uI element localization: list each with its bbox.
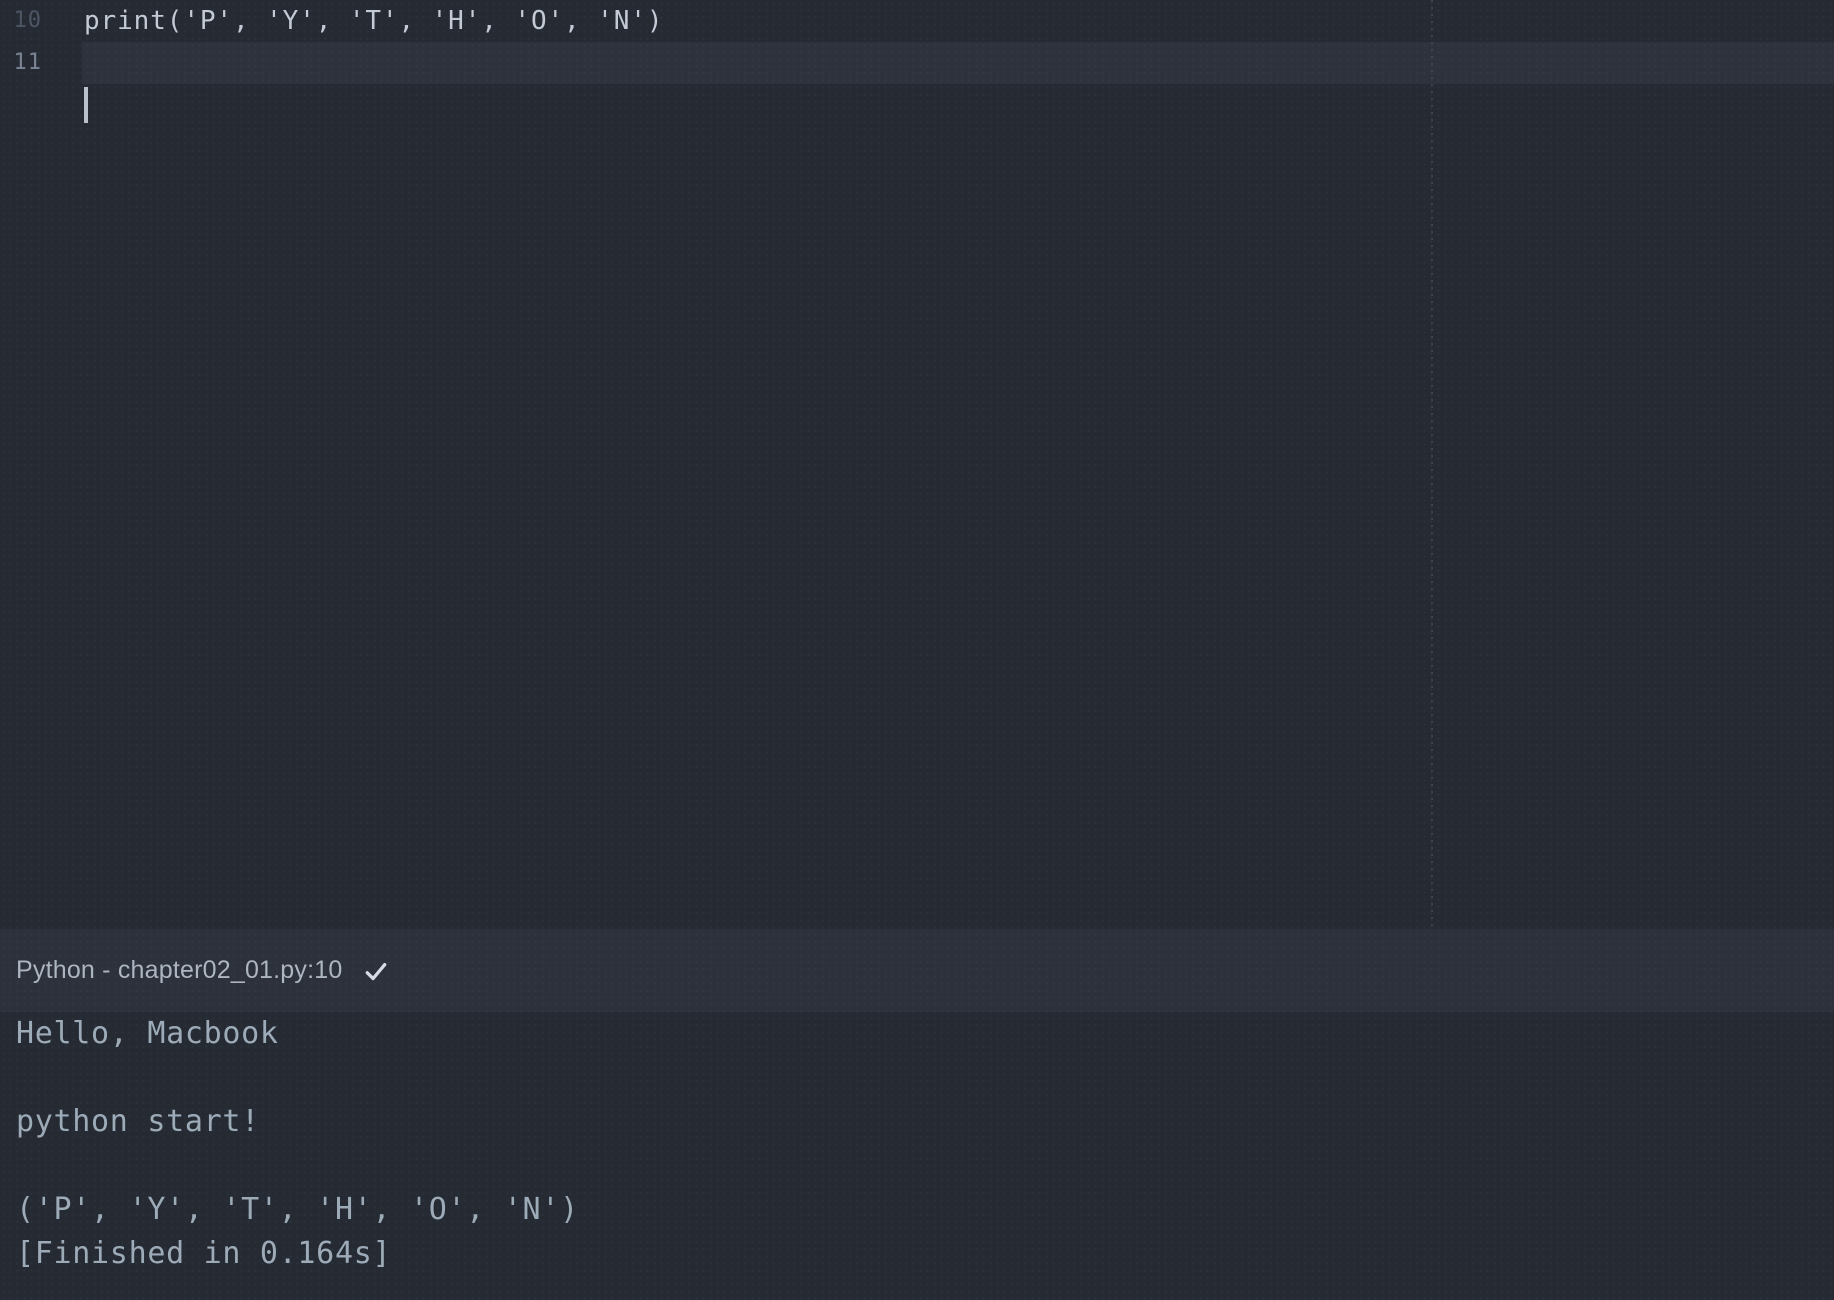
editor-viewport[interactable]: 10 print('P', 'Y', 'T', 'H', 'O', 'N') 1… [0,0,1834,929]
editor-window: 10 print('P', 'Y', 'T', 'H', 'O', 'N') 1… [0,0,1834,1300]
line-number: 10 [13,8,42,33]
text-caret [84,87,88,123]
build-output-panel: Hello, Macbook python start! ('P', 'Y', … [16,1012,1816,1276]
ruler-guide [1431,0,1433,929]
output-line: ('P', 'Y', 'T', 'H', 'O', 'N') [16,1192,579,1227]
code-text: print('P', 'Y', 'T', 'H', 'O', 'N') [84,6,664,36]
line-number-active: 11 [13,50,42,75]
check-icon [362,957,390,985]
code-line[interactable]: 10 print('P', 'Y', 'T', 'H', 'O', 'N') [0,0,1834,42]
build-status-bar: Python - chapter02_01.py:10 [0,929,1834,1012]
build-status-label: Python - chapter02_01.py:10 [16,956,343,984]
output-line: python start! [16,1104,260,1139]
output-line: [Finished in 0.164s] [16,1236,392,1271]
output-line: Hello, Macbook [16,1016,279,1051]
code-line[interactable]: 11 [0,42,1834,123]
